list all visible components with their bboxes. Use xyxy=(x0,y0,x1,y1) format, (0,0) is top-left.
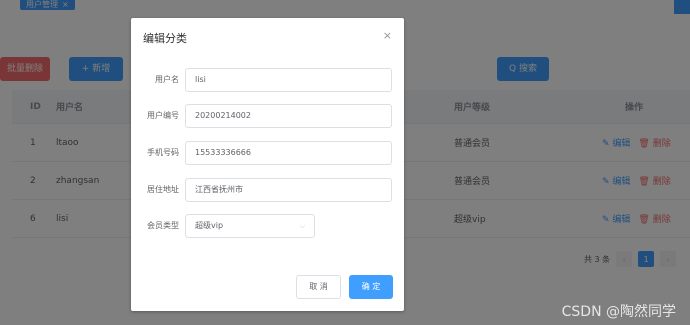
edit-dialog: 编辑分类 × 用户名 lisi 用户编号 20200214002 手机号码 15… xyxy=(131,18,404,311)
confirm-button[interactable]: 确 定 xyxy=(349,275,393,299)
close-icon[interactable]: × xyxy=(383,29,392,42)
phone-row: 手机号码 15533336666 xyxy=(131,141,404,165)
member-type-select[interactable]: 超级vip ⌵ xyxy=(185,214,315,238)
phone-label: 手机号码 xyxy=(147,148,179,157)
address-label: 居住地址 xyxy=(147,185,179,194)
user-number-field[interactable]: 20200214002 xyxy=(185,104,392,128)
user-number-row: 用户编号 20200214002 xyxy=(131,104,404,128)
user-number-label: 用户编号 xyxy=(147,111,179,120)
chevron-down-icon: ⌵ xyxy=(299,222,305,230)
member-type-row: 会员类型 超级vip ⌵ xyxy=(131,214,404,238)
address-row: 居住地址 江西省抚州市 xyxy=(131,178,404,202)
dialog-title: 编辑分类 xyxy=(143,32,187,45)
phone-field[interactable]: 15533336666 xyxy=(185,141,392,165)
watermark: CSDN @陶然同学 xyxy=(561,304,676,320)
member-type-label: 会员类型 xyxy=(147,221,179,230)
cancel-button[interactable]: 取 消 xyxy=(296,275,341,299)
username-field[interactable]: lisi xyxy=(185,68,392,92)
username-label: 用户名 xyxy=(155,75,179,84)
member-type-value: 超级vip xyxy=(195,221,224,230)
username-row: 用户名 lisi xyxy=(131,68,404,92)
address-field[interactable]: 江西省抚州市 xyxy=(185,178,392,202)
